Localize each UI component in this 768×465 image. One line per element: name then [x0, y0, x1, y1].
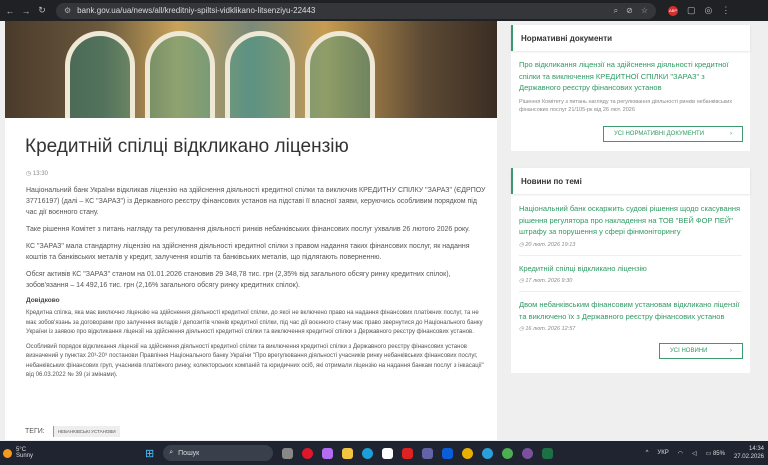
reference-paragraph: Особливий порядок відкликання ліцензії н…	[26, 343, 484, 379]
clock[interactable]: 14:34 27.02.2026	[734, 445, 764, 461]
news-date: ◷ 20 лют. 2026 19:13	[519, 241, 576, 248]
weather-widget[interactable]: 5°C Sunny	[3, 447, 33, 459]
bookmark-star-icon[interactable]: ☆	[641, 6, 648, 16]
task-view-icon[interactable]	[282, 447, 294, 459]
adblock-icon[interactable]: ABP	[668, 5, 678, 16]
article: Кредитній спілці відкликано ліцензію ◷ 1…	[5, 118, 497, 440]
chevron-right-icon: ›	[730, 348, 732, 354]
article-time: ◷ 13:30	[26, 170, 481, 177]
news-item: Національний банк оскаржить судові рішен…	[519, 196, 742, 256]
news-panel: Новини по темі Національний банк оскаржи…	[511, 168, 750, 373]
url-text: bank.gov.ua/ua/news/all/kreditniy-spilts…	[77, 6, 316, 15]
taskbar-search[interactable]: ⌕ Пошук	[163, 445, 274, 461]
file-explorer-icon[interactable]	[342, 447, 354, 459]
tags-label: ТЕГИ:	[25, 428, 45, 435]
forward-icon[interactable]: →	[20, 6, 32, 16]
menu-icon[interactable]: ⋮	[721, 5, 730, 16]
tracking-icon[interactable]: ⊘	[626, 6, 633, 16]
excel-icon[interactable]	[542, 447, 554, 459]
telegram-icon[interactable]	[482, 447, 494, 459]
opera-icon[interactable]	[302, 447, 314, 459]
all-news-label: УСІ НОВИНИ	[670, 348, 708, 354]
time-text: 13:30	[32, 171, 48, 177]
news-item: Двом небанківським фінансовим установам …	[519, 292, 742, 339]
copilot-icon[interactable]	[322, 447, 334, 459]
all-docs-button[interactable]: УСІ НОРМАТИВНІ ДОКУМЕНТИ ›	[603, 125, 743, 142]
app-l-icon[interactable]	[402, 447, 414, 459]
date-text: 20 лют. 2026 19:13	[525, 241, 576, 248]
news-title: Новини по темі	[511, 168, 750, 194]
clock-icon: ◷	[26, 171, 32, 177]
docs-title: Нормативні документи	[511, 25, 750, 51]
search-placeholder: Пошук	[178, 449, 200, 457]
news-date: ◷ 17 лют. 2026 9:30	[519, 278, 573, 284]
news-link[interactable]: Двом небанківським фінансовим установам …	[519, 299, 742, 322]
site-info-icon[interactable]: ⚙	[64, 6, 71, 15]
battery-indicator[interactable]: ▭ 85%	[706, 450, 725, 457]
edge-icon[interactable]	[362, 447, 374, 459]
paragraph: Таке рішення Комітет з питань нагляду та…	[26, 226, 470, 233]
back-icon[interactable]: ←	[4, 6, 16, 16]
teams-icon[interactable]	[422, 447, 434, 459]
windows-start-icon[interactable]: ⊞	[145, 447, 154, 460]
extensions-icon[interactable]: ▢	[687, 5, 696, 16]
chevron-right-icon: ›	[730, 130, 732, 137]
news-link[interactable]: Національний банк оскаржить судові рішен…	[519, 203, 742, 238]
search-icon: ⌕	[169, 449, 174, 456]
reference-heading: Довідково	[26, 297, 60, 304]
date-text: 16 лют. 2026 12:57	[525, 326, 576, 332]
sun-icon	[3, 448, 12, 458]
paragraph: Обсяг активів КС "ЗАРАЗ" станом на 01.01…	[26, 271, 451, 289]
zoom-icon[interactable]: ⌕	[614, 6, 618, 16]
weather-text: Sunny	[16, 453, 34, 459]
news-item: Кредитній спілці відкликано ліцензію ◷ 17…	[519, 256, 742, 292]
paragraph: КС "ЗАРАЗ" мала стандартну ліцензію на з…	[26, 243, 470, 261]
docs-panel: Нормативні документи Про відкликання ліц…	[511, 25, 750, 151]
doc-link[interactable]: Про відкликання ліцензії на здійснення д…	[519, 59, 742, 94]
hero-image	[5, 21, 497, 118]
paragraph: Національний банк України відкликав ліце…	[26, 187, 486, 216]
viber-icon[interactable]	[522, 447, 534, 459]
clock-date: 27.02.2026	[733, 454, 764, 460]
news-date: ◷ 16 лют. 2026 12:57	[519, 326, 576, 332]
reference-paragraph: Кредитна спілка, яка має виключно ліценз…	[26, 310, 483, 335]
address-bar[interactable]: ⚙ bank.gov.ua/ua/news/all/kreditniy-spil…	[56, 2, 656, 19]
profile-icon[interactable]: ◎	[705, 5, 713, 16]
all-news-button[interactable]: УСІ НОВИНИ ›	[659, 343, 743, 359]
taskbar: 5°C Sunny ⊞ ⌕ Пошук ^ УКР ◠ ◁ ▭ 85% 14:34 2…	[0, 441, 768, 465]
clock-time: 14:34	[748, 446, 764, 452]
battery-text: 85%	[712, 450, 725, 457]
tags: ТЕГИ: НЕБАНКІВСЬКІ УСТАНОВИ	[25, 426, 120, 437]
date-text: 17 лют. 2026 9:30	[525, 278, 573, 284]
tag[interactable]: НЕБАНКІВСЬКІ УСТАНОВИ	[52, 426, 120, 437]
dropbox-icon[interactable]	[442, 447, 454, 459]
chrome-icon[interactable]	[462, 447, 474, 459]
wifi-icon[interactable]: ◠	[678, 450, 683, 457]
chevron-up-icon[interactable]: ^	[646, 450, 649, 456]
volume-icon[interactable]: ◁	[692, 450, 697, 457]
store-icon[interactable]	[382, 447, 394, 459]
news-link[interactable]: Кредитній спілці відкликано ліцензію	[519, 263, 742, 275]
browser-toolbar: ← → ↻ ⚙ bank.gov.ua/ua/news/all/kreditni…	[0, 0, 768, 21]
page-title: Кредитній спілці відкликано ліцензію	[25, 136, 349, 157]
lang-indicator[interactable]: УКР	[657, 450, 668, 456]
reload-icon[interactable]: ↻	[36, 5, 48, 16]
doc-subtitle: Рішення Комітету з питань нагляду та рег…	[519, 98, 733, 113]
utorrent-icon[interactable]	[502, 447, 514, 459]
all-docs-label: УСІ НОРМАТИВНІ ДОКУМЕНТИ	[614, 130, 705, 137]
